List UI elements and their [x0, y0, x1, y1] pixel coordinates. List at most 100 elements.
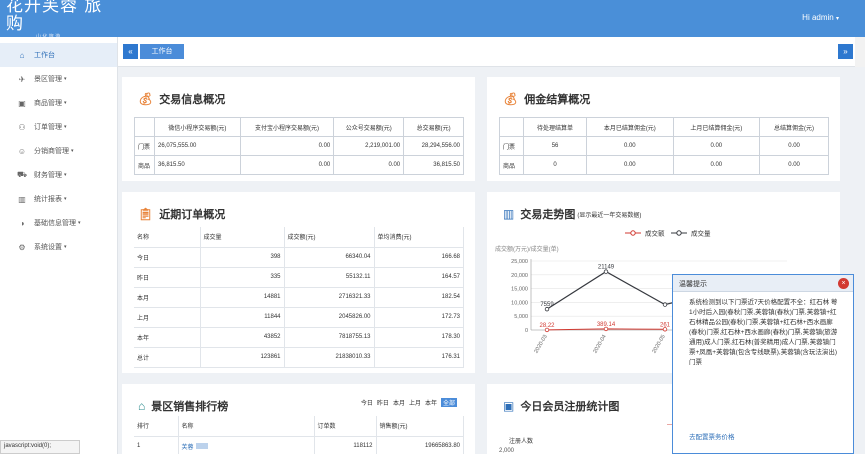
- table-row: 总计 123861 21838010.33 176.31: [134, 347, 464, 368]
- table-row: 门票 56 0.00 0.00 0.00: [499, 136, 829, 156]
- panel-title: 景区销售排行榜: [151, 401, 229, 413]
- axis-tick: 0: [525, 328, 528, 334]
- sidebar-item-label: 商品管理: [34, 100, 62, 107]
- sidebar-item-6[interactable]: ▥ 统计报表 ▾: [0, 187, 117, 211]
- bar-chart-icon: ▥: [18, 194, 26, 204]
- chevron-down-icon: ▾: [64, 76, 67, 82]
- tab-scroll-left-button[interactable]: «: [123, 44, 138, 59]
- sidebar-item-5[interactable]: ⛟ 财务管理 ▾: [0, 163, 117, 187]
- logo-text: 花开芙蓉 旅 购: [6, 0, 103, 34]
- user-icon: ☺: [17, 146, 27, 156]
- sidebar-item-1[interactable]: ✈ 景区管理 ▾: [0, 67, 117, 91]
- chevron-down-icon: ▾: [78, 220, 81, 226]
- trade-table: 微信小程序交易额(元) 支付宝小程序交易额(元) 公众号交易额(元) 总交易额(…: [134, 117, 464, 175]
- ranking-filter-2[interactable]: 本月: [393, 398, 405, 407]
- chevron-down-icon: ▾: [64, 244, 67, 250]
- axis-label: 成交额(万元)/成交量(单): [495, 245, 559, 253]
- table-row: 门票 26,075,555.00 0.00 2,219,001.00 28,29…: [134, 136, 464, 156]
- sidebar-item-0[interactable]: ⌂ 工作台: [0, 43, 117, 67]
- bar-chart-icon: ▥: [503, 207, 515, 221]
- sidebar-item-label: 财务管理: [34, 172, 62, 179]
- commission-panel: 💰︎ 佣金结算概况 待处理结算单 本月已结算佣金(元) 上月已结算佣金(元) 总…: [487, 77, 840, 181]
- close-icon[interactable]: ×: [838, 278, 849, 289]
- sidebar-item-7[interactable]: ◑ 基础信息管理 ▾: [0, 211, 117, 235]
- table-header: 公众号交易额(元): [333, 117, 405, 137]
- user-menu[interactable]: Hi admin ▾: [802, 13, 839, 22]
- scenic-name-link[interactable]: 芙蓉: [178, 436, 315, 454]
- ranking-filter-4[interactable]: 本年: [425, 398, 437, 407]
- panel-title: 交易走势图: [520, 209, 576, 221]
- popup-message: 系统检测到以下门票近7天价格配置不全：红石林 萼1小时后入园(春秋门票,芙蓉镇(…: [689, 299, 838, 366]
- legend-marker: [630, 230, 636, 236]
- sidebar-item-4[interactable]: ☺ 分销商管理 ▾: [0, 139, 117, 163]
- pending-link[interactable]: 56: [522, 136, 588, 156]
- table-row: 本年 43852 7818755.13 178.30: [134, 327, 464, 348]
- data-label: 261: [660, 322, 671, 328]
- axis-tick: 20,000: [511, 273, 528, 279]
- home-icon: ⌂: [138, 399, 146, 413]
- configure-price-link[interactable]: 去配置票务价格: [689, 431, 735, 441]
- sidebar-item-label: 系统设置: [34, 244, 62, 251]
- gift-icon: ▣: [18, 98, 26, 108]
- sidebar-item-label: 分销商管理: [34, 148, 69, 155]
- ranking-filter-0[interactable]: 今日: [361, 398, 373, 407]
- money-bag-icon: 💰︎: [138, 92, 154, 106]
- legend-entry: 成交量: [691, 229, 711, 238]
- chevron-down-icon: ▾: [64, 172, 67, 178]
- legend-marker: [676, 230, 682, 236]
- ranking-table: 排行 名称 订单数 销售额(元) 1 芙蓉 118112 19665863.80: [134, 416, 464, 454]
- order-period-link[interactable]: 昨日: [134, 267, 201, 288]
- tab-workbench[interactable]: 工作台: [140, 44, 184, 59]
- sidebar-item-2[interactable]: ▣ 商品管理 ▾: [0, 91, 117, 115]
- chevron-down-icon: ▾: [71, 148, 74, 154]
- tab-scroll-right-button[interactable]: »: [838, 44, 853, 59]
- ranking-filter-1[interactable]: 昨日: [377, 398, 389, 407]
- table-header: 微信小程序交易额(元): [154, 117, 241, 137]
- ranking-filter-5[interactable]: 全部: [440, 398, 457, 407]
- scrollbar[interactable]: [855, 37, 865, 67]
- table-header: 本月已结算佣金(元): [586, 117, 674, 137]
- order-period-link[interactable]: 总计: [134, 347, 201, 368]
- data-label: 28.22: [539, 323, 555, 329]
- table-header: 总结算佣金(元): [759, 117, 829, 137]
- sidebar-item-label: 订单管理: [34, 124, 62, 131]
- panel-title: 近期订单概况: [159, 209, 226, 221]
- data-label: 7559: [540, 302, 554, 308]
- table-row: 1 芙蓉 118112 19665863.80: [134, 436, 464, 454]
- user-greeting: Hi admin: [802, 13, 834, 22]
- axis-tick: 2020-04: [592, 334, 607, 354]
- axis-tick: 15,000: [511, 287, 528, 293]
- id-card-icon: ▣: [503, 399, 515, 413]
- sidebar-item-8[interactable]: ⚙ 系统设置 ▾: [0, 235, 117, 259]
- order-period-link[interactable]: 本年: [134, 327, 201, 348]
- table-header: 上月已结算佣金(元): [672, 117, 761, 137]
- gear-icon: ⚙: [18, 242, 26, 252]
- legend-entry: 成交额: [645, 229, 665, 238]
- sidebar-item-3[interactable]: ⚇ 订单管理 ▾: [0, 115, 117, 139]
- panel-subtitle: (显示最近一年交易数据): [577, 212, 642, 219]
- sidebar-item-label: 工作台: [34, 52, 55, 59]
- ranking-filter-3[interactable]: 上月: [409, 398, 421, 407]
- order-period-link[interactable]: 上月: [134, 307, 201, 328]
- axis-tick: 5,000: [514, 314, 528, 320]
- axis-tick: 25,000: [511, 259, 528, 265]
- home-icon: ⌂: [19, 50, 25, 60]
- data-label: 389.14: [597, 322, 616, 328]
- money-bag-icon: 💰︎: [503, 92, 519, 106]
- order-period-link[interactable]: 本月: [134, 287, 201, 308]
- chevron-down-icon: ▾: [64, 100, 67, 106]
- sidebar-item-label: 景区管理: [34, 76, 62, 83]
- order-period-link[interactable]: 今日: [134, 247, 201, 268]
- data-point: [662, 302, 668, 307]
- orders-table: 名称 成交量 成交额(元) 单均消费(元) 今日 398 66340.04 166.6…: [134, 227, 464, 368]
- sidebar: ⌂ 工作台 ✈ 景区管理 ▾ ▣ 商品管理 ▾ ⚇ 订单管理 ▾ ☺ 分销商管理 ▾ ⛟ 财务管理 ▾ ▥ 统计报表…: [0, 37, 118, 454]
- recent-orders-panel: 📋︎ 近期订单概况 名称 成交量 成交额(元) 单均消费(元) 今日 398 663…: [122, 192, 475, 373]
- table-row: 今日 398 66340.04 166.68: [134, 247, 464, 268]
- chevron-down-icon: ▾: [64, 124, 67, 130]
- axis-tick: 2020-05: [651, 334, 666, 354]
- table-header: 待处理结算单: [522, 117, 588, 137]
- axis-tick: 2,000: [499, 448, 515, 454]
- logo: 花开芙蓉 旅 购 山 化 旅 游: [0, 0, 118, 40]
- popup-title: 温馨提示: [679, 281, 707, 288]
- sidebar-item-label: 统计报表: [34, 196, 62, 203]
